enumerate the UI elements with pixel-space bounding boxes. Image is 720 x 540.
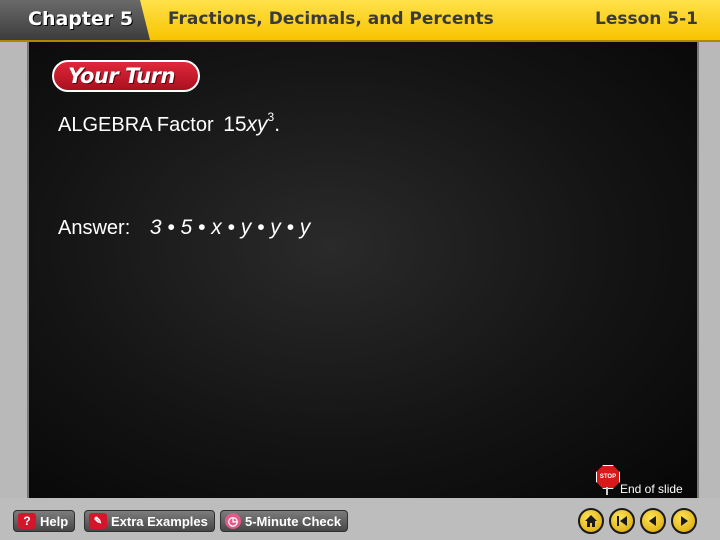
- extra-examples-icon: ✎: [89, 513, 107, 529]
- first-slide-button[interactable]: [609, 508, 635, 534]
- question-expression: 15xy3.: [223, 110, 281, 136]
- help-label: Help: [40, 513, 69, 529]
- chapter-label: Chapter 5: [28, 8, 134, 30]
- answer-expression: 3 • 5 • x • y • y • y: [149, 216, 311, 239]
- end-of-slide-label: End of slide: [620, 482, 683, 496]
- your-turn-label: Your Turn: [68, 64, 175, 88]
- previous-icon: [649, 516, 656, 526]
- home-button[interactable]: [578, 508, 604, 534]
- extra-examples-label: Extra Examples: [111, 513, 208, 529]
- previous-slide-button[interactable]: [640, 508, 666, 534]
- home-icon: [585, 515, 597, 527]
- five-minute-check-button[interactable]: ◷ 5-Minute Check: [220, 510, 349, 532]
- lesson-label: Lesson 5-1: [594, 9, 698, 29]
- five-minute-check-label: 5-Minute Check: [245, 513, 342, 529]
- question-text: ALGEBRA Factor 15xy3.: [58, 110, 280, 137]
- help-icon: ?: [18, 513, 36, 529]
- five-minute-check-icon: ◷: [225, 513, 241, 529]
- chapter-title: Fractions, Decimals, and Percents: [168, 9, 494, 29]
- navigation-bar: ? Help ✎ Extra Examples ◷ 5-Minute Check: [0, 498, 720, 540]
- first-slide-icon: [617, 516, 627, 526]
- answer-text: Answer: 3 • 5 • x • y • y • y: [58, 216, 310, 240]
- next-icon: [681, 516, 688, 526]
- stop-sign-pole: [606, 487, 608, 495]
- help-button[interactable]: ? Help: [13, 510, 76, 532]
- extra-examples-button[interactable]: ✎ Extra Examples: [84, 510, 215, 532]
- next-slide-button[interactable]: [671, 508, 697, 534]
- your-turn-badge: Your Turn: [52, 60, 200, 92]
- answer-label: Answer:: [58, 217, 131, 239]
- slide-header: Chapter 5 Fractions, Decimals, and Perce…: [0, 0, 720, 42]
- question-prefix: ALGEBRA Factor: [58, 114, 214, 136]
